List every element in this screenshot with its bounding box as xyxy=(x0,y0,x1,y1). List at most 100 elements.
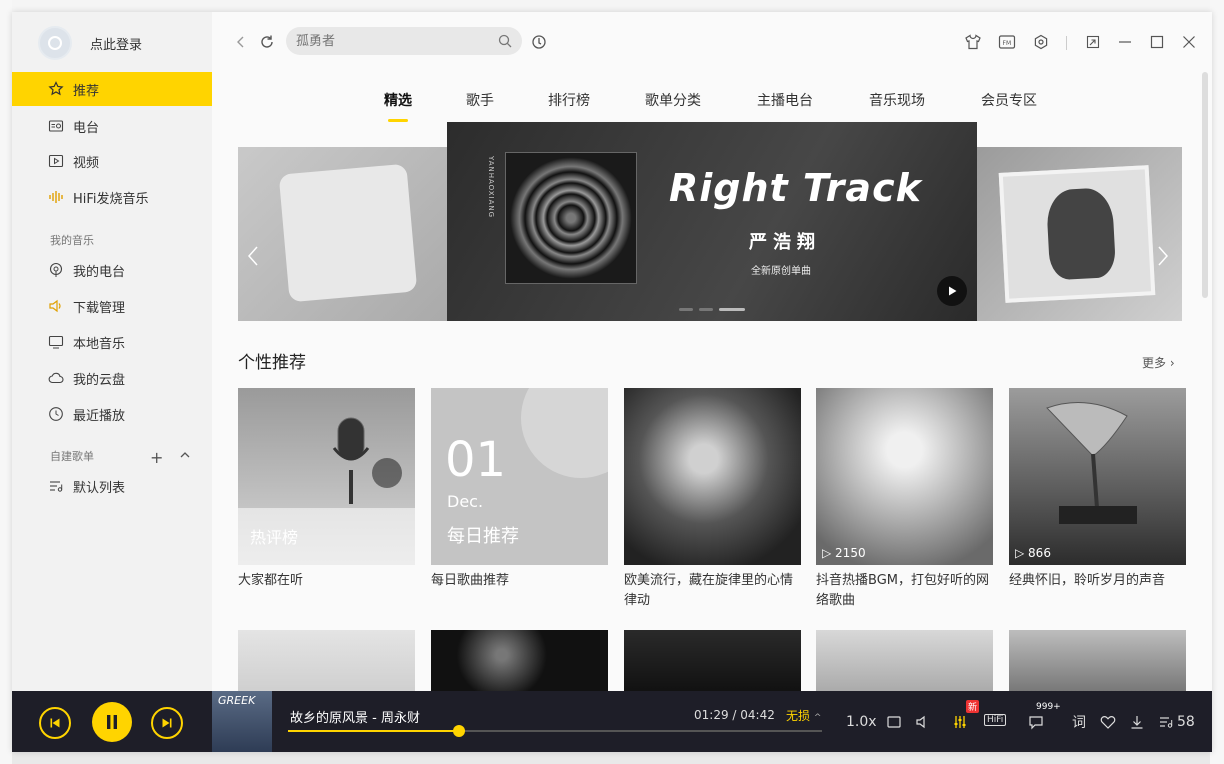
comment-count-badge: 999+ xyxy=(1036,702,1061,712)
svg-text:FM: FM xyxy=(1003,40,1012,47)
playback-time: 01:29 / 04:42 xyxy=(694,708,775,722)
banner-slide-current[interactable]: YANHAOXIANG Right Track 严浩翔 全新原创单曲 xyxy=(447,122,977,321)
login-link[interactable]: 点此登录 xyxy=(90,34,142,53)
refresh-circle-icon[interactable] xyxy=(372,458,402,488)
sidebar-item-label: 我的电台 xyxy=(73,264,126,280)
playlist-queue-button[interactable]: 58 xyxy=(1158,712,1195,732)
playlist-card[interactable]: ▷ 2150 抖音热播BGM，打包好听的网络歌曲 xyxy=(816,388,993,611)
previous-track-button[interactable] xyxy=(39,707,71,739)
equalizer-icon[interactable] xyxy=(952,712,968,732)
speaker-download-icon xyxy=(48,298,64,314)
sidebar-item-label: 推荐 xyxy=(73,83,100,99)
sidebar-item-label: HiFi发烧音乐 xyxy=(73,191,149,207)
tab-live-music[interactable]: 音乐现场 xyxy=(869,90,925,110)
playlist-caption[interactable]: 大家都在听 xyxy=(238,571,415,591)
carousel-dot[interactable] xyxy=(679,308,693,311)
now-playing-title[interactable]: 故乡的原风景 - 周永财 xyxy=(290,707,420,726)
banner-artist: 严浩翔 xyxy=(749,232,821,253)
refresh-button[interactable] xyxy=(258,33,276,51)
card-overlay-label: 每日推荐 xyxy=(447,526,519,547)
playlist-card[interactable]: 01 Dec. 每日推荐 每日歌曲推荐 xyxy=(431,388,608,591)
daily-month: Dec. xyxy=(447,492,484,511)
playlist-card-row2[interactable] xyxy=(238,630,415,692)
carousel-dot-active[interactable] xyxy=(719,308,745,311)
speed-button[interactable]: 1.0x xyxy=(846,712,877,732)
next-track-button[interactable] xyxy=(151,707,183,739)
sidebar-item-cloud[interactable]: 我的云盘 xyxy=(12,361,212,395)
pause-button[interactable] xyxy=(92,702,132,742)
sidebar-item-hifi[interactable]: HiFi发烧音乐 xyxy=(12,180,212,214)
playlist-card-row2[interactable] xyxy=(431,630,608,692)
sidebar-item-label: 视频 xyxy=(73,155,100,171)
banner-play-button[interactable] xyxy=(937,276,967,306)
playlist-card[interactable]: 欧美流行，藏在旋律里的心情律动 xyxy=(624,388,801,611)
add-playlist-button[interactable]: + xyxy=(150,448,163,467)
carousel-prev-arrow[interactable] xyxy=(246,245,260,273)
tab-featured[interactable]: 精选 xyxy=(384,90,412,110)
quality-selector[interactable]: 无损 ^ xyxy=(786,707,821,724)
hifi-toggle[interactable]: HiFi xyxy=(984,714,1007,726)
playlist-card[interactable]: ▷ 866 经典怀旧，聆听岁月的声音 xyxy=(1009,388,1186,591)
playlist-caption[interactable]: 抖音热播BGM，打包好听的网络歌曲 xyxy=(816,571,993,611)
sidebar-item-recommend[interactable]: 推荐 xyxy=(12,72,212,106)
sidebar-item-video[interactable]: 视频 xyxy=(12,144,212,178)
playlist-caption[interactable]: 经典怀旧，聆听岁月的声音 xyxy=(1009,571,1186,591)
back-button[interactable] xyxy=(232,33,250,51)
section-title-my-music: 我的音乐 xyxy=(50,234,94,247)
hifi-wave-icon xyxy=(48,189,64,205)
close-icon[interactable] xyxy=(1180,33,1198,51)
carousel-next-arrow[interactable] xyxy=(1156,245,1170,273)
tab-vip-zone[interactable]: 会员专区 xyxy=(981,90,1037,110)
sidebar-item-label: 本地音乐 xyxy=(73,336,126,352)
fm-radio-icon[interactable]: FM xyxy=(998,33,1016,51)
progress-handle[interactable] xyxy=(452,725,465,737)
loop-mode-icon[interactable] xyxy=(886,712,902,732)
avatar[interactable] xyxy=(38,26,72,60)
playlist-caption[interactable]: 欧美流行，藏在旋律里的心情律动 xyxy=(624,571,801,611)
background-right-edge xyxy=(1210,0,1224,764)
search-input[interactable] xyxy=(296,32,486,50)
banner-vertical-text: YANHAOXIANG xyxy=(487,156,495,219)
banner-art-sticker xyxy=(278,163,418,303)
sidebar-item-local-music[interactable]: 本地音乐 xyxy=(12,325,212,359)
tab-anchor-radio[interactable]: 主播电台 xyxy=(757,90,813,110)
comment-icon[interactable] xyxy=(1028,712,1044,732)
playlist-card-row2[interactable] xyxy=(1009,630,1186,692)
search-icon[interactable] xyxy=(498,33,512,48)
playlist-cover: ▷ 2150 xyxy=(816,388,993,565)
lyrics-button[interactable]: 词 xyxy=(1072,712,1086,732)
sidebar-item-downloads[interactable]: 下载管理 xyxy=(12,289,212,323)
playlist-card-row2[interactable] xyxy=(624,630,801,692)
collapse-playlists-button[interactable] xyxy=(179,449,191,464)
login-area[interactable]: 点此登录 xyxy=(38,26,142,60)
sidebar-item-default-list[interactable]: 默认列表 xyxy=(12,469,212,503)
progress-bar[interactable] xyxy=(288,725,822,737)
settings-gear-icon[interactable] xyxy=(1032,33,1050,51)
banner-slide-previous[interactable] xyxy=(238,147,458,321)
sidebar-item-radio[interactable]: 电台 xyxy=(12,109,212,143)
heart-icon[interactable] xyxy=(1100,712,1116,732)
playlist-card[interactable]: 热评榜 大家都在听 xyxy=(238,388,415,591)
banner-slide-next[interactable] xyxy=(968,147,1182,321)
recognize-song-button[interactable] xyxy=(530,33,548,51)
sidebar-item-recent[interactable]: 最近播放 xyxy=(12,397,212,431)
playlist-card-row2[interactable] xyxy=(816,630,993,692)
minimize-icon[interactable] xyxy=(1116,33,1134,51)
microphone-icon xyxy=(332,417,370,504)
download-icon[interactable] xyxy=(1129,712,1145,732)
more-link[interactable]: 更多 › xyxy=(1142,354,1175,371)
maximize-icon[interactable] xyxy=(1148,33,1166,51)
carousel-dot[interactable] xyxy=(699,308,713,311)
volume-icon[interactable] xyxy=(915,712,931,732)
search-box[interactable] xyxy=(286,27,522,55)
clock-icon xyxy=(48,406,64,422)
now-playing-cover[interactable]: GREEK xyxy=(212,691,272,752)
content-scrollbar[interactable] xyxy=(1202,72,1208,298)
tab-charts[interactable]: 排行榜 xyxy=(548,90,590,110)
playlist-caption[interactable]: 每日歌曲推荐 xyxy=(431,571,608,591)
tab-singers[interactable]: 歌手 xyxy=(466,90,494,110)
sidebar-item-my-radio[interactable]: 我的电台 xyxy=(12,253,212,287)
tab-playlist-categories[interactable]: 歌单分类 xyxy=(645,90,701,110)
skin-shirt-icon[interactable] xyxy=(964,33,982,51)
mini-mode-icon[interactable] xyxy=(1084,33,1102,51)
